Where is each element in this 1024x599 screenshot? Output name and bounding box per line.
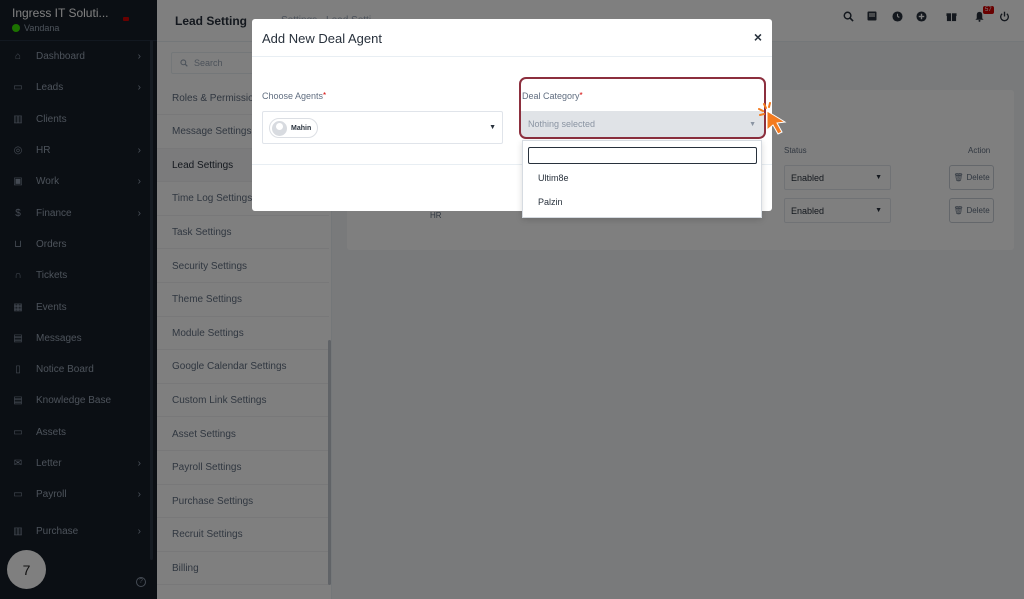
choose-agents-label: Choose Agents*: [262, 91, 326, 101]
selected-agent-chip[interactable]: Mahin: [269, 118, 319, 138]
modal-header: Add New Deal Agent ×: [252, 19, 772, 57]
agent-name: Mahin: [291, 124, 312, 132]
label-text: Choose Agents: [262, 91, 324, 101]
highlight-frame: [519, 77, 766, 139]
modal-title: Add New Deal Agent: [262, 31, 382, 46]
deal-category-dropdown: Ultim8e Palzin: [522, 140, 762, 218]
avatar: [272, 120, 287, 136]
dropdown-search-input[interactable]: [528, 147, 757, 164]
required-mark: *: [323, 91, 327, 100]
click-cursor-icon: [758, 102, 787, 135]
option-palzin[interactable]: Palzin: [538, 197, 563, 207]
caret-down-icon: ▼: [489, 124, 496, 131]
option-ultim8e[interactable]: Ultim8e: [538, 173, 569, 183]
choose-agents-select[interactable]: Mahin ▼: [262, 111, 503, 144]
close-icon[interactable]: ×: [754, 29, 762, 45]
